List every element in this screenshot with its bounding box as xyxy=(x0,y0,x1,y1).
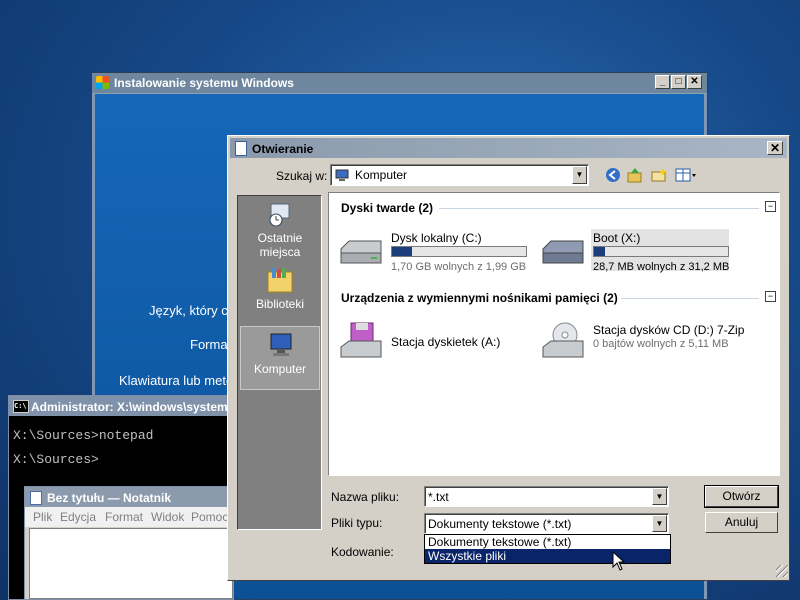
filename-combobox[interactable]: *.txt ▼ xyxy=(424,486,669,507)
drive-free-space: 28,7 MB wolnych z 31,2 MB xyxy=(593,261,730,273)
cancel-button[interactable]: Anuluj xyxy=(705,512,778,533)
drive-usage-bar xyxy=(593,246,729,257)
dialog-titlebar[interactable]: Otwieranie ✕ xyxy=(230,138,787,158)
installer-titlebar: Instalowanie systemu Windows _ □ ✕ xyxy=(92,73,707,94)
collapse-group-icon[interactable]: − xyxy=(765,291,776,302)
recent-places-icon xyxy=(269,203,290,227)
new-folder-icon[interactable] xyxy=(650,166,668,184)
drive-free-space: 0 bajtów wolnych z 5,11 MB xyxy=(593,338,729,350)
keyboard-label: Klawiatura lub meto xyxy=(119,373,234,388)
cmd-title: Administrator: X:\windows\system xyxy=(31,400,228,414)
dialog-close-button[interactable]: ✕ xyxy=(767,141,783,155)
close-button[interactable]: ✕ xyxy=(687,75,702,89)
notepad-titlebar[interactable]: Bez tytułu — Notatnik xyxy=(25,487,233,507)
filetype-value: Dokumenty tekstowe (*.txt) xyxy=(428,517,572,531)
notepad-menubar: Plik Edycja Format Widok Pomoc xyxy=(25,507,233,527)
place-computer[interactable]: Komputer xyxy=(240,326,320,390)
filetype-label: Pliki typu: xyxy=(331,516,383,530)
notepad-text-area[interactable] xyxy=(29,528,233,599)
menu-widok[interactable]: Widok xyxy=(151,510,184,524)
filetype-option[interactable]: Dokumenty tekstowe (*.txt) xyxy=(425,535,670,549)
filetype-option-selected[interactable]: Wszystkie pliki xyxy=(425,549,670,563)
hard-drive-icon xyxy=(542,240,584,264)
drive-free-space: 1,70 GB wolnych z 1,99 GB xyxy=(391,261,527,273)
drive-item-a[interactable]: Stacja dyskietek (A:) xyxy=(337,321,537,365)
dialog-title: Otwieranie xyxy=(252,142,314,156)
filename-value: *.txt xyxy=(428,490,449,504)
look-in-value: Komputer xyxy=(355,168,408,182)
mouse-cursor-icon xyxy=(612,551,626,571)
chevron-down-icon[interactable]: ▼ xyxy=(652,515,667,532)
drive-usage-fill xyxy=(594,247,605,256)
notepad-window[interactable]: Bez tytułu — Notatnik Plik Edycja Format… xyxy=(24,486,234,600)
maximize-button[interactable]: □ xyxy=(671,75,686,89)
dialog-icon xyxy=(235,141,247,156)
cmd-titlebar[interactable]: C:\ Administrator: X:\windows\system xyxy=(9,396,232,416)
back-icon[interactable] xyxy=(604,166,622,184)
place-libraries[interactable]: Biblioteki xyxy=(240,266,320,318)
language-label: Język, który ch xyxy=(149,303,235,318)
notepad-icon xyxy=(30,491,42,505)
view-menu-icon[interactable] xyxy=(674,166,698,184)
drive-item-d[interactable]: Stacja dysków CD (D:) 7-Zip 0 bajtów wol… xyxy=(539,321,759,365)
places-bar: Ostatnie miejsca Biblioteki Komputer xyxy=(237,195,322,530)
up-folder-icon[interactable] xyxy=(626,166,644,184)
menu-plik[interactable]: Plik xyxy=(33,510,52,524)
cmd-icon: C:\ xyxy=(13,400,29,413)
menu-format[interactable]: Format xyxy=(105,510,143,524)
drive-usage-fill xyxy=(392,247,413,256)
look-in-label: Szukaj w: xyxy=(276,169,328,183)
collapse-group-icon[interactable]: − xyxy=(765,201,776,212)
drive-name: Boot (X:) xyxy=(593,231,641,245)
installer-title: Instalowanie systemu Windows xyxy=(114,76,294,90)
group-header-hard-disks[interactable]: Dyski twarde (2) xyxy=(341,201,433,215)
notepad-title: Bez tytułu — Notatnik xyxy=(47,491,172,505)
group-divider xyxy=(621,298,759,299)
chevron-down-icon[interactable]: ▼ xyxy=(652,488,667,505)
drive-usage-bar xyxy=(391,246,527,257)
hard-drive-icon xyxy=(340,240,382,264)
menu-edycja[interactable]: Edycja xyxy=(60,510,96,524)
filetype-combobox[interactable]: Dokumenty tekstowe (*.txt) ▼ xyxy=(424,513,669,534)
drive-item-x[interactable]: Boot (X:) 28,7 MB wolnych z 31,2 MB xyxy=(539,229,731,273)
place-label: Ostatnie miejsca xyxy=(257,231,303,259)
encoding-label: Kodowanie: xyxy=(331,545,394,559)
place-label: Biblioteki xyxy=(255,297,305,311)
floppy-drive-icon xyxy=(340,322,382,358)
drive-name: Stacja dysków CD (D:) 7-Zip xyxy=(593,323,745,337)
filetype-dropdown-list[interactable]: Dokumenty tekstowe (*.txt) Wszystkie pli… xyxy=(424,534,671,564)
computer-icon xyxy=(270,333,292,356)
open-button[interactable]: Otwórz xyxy=(704,485,779,508)
libraries-icon xyxy=(267,268,293,293)
minimize-button[interactable]: _ xyxy=(655,75,670,89)
drive-name: Stacja dyskietek (A:) xyxy=(391,335,501,349)
computer-icon xyxy=(335,169,349,181)
file-list[interactable]: Dyski twarde (2) − Dysk lokalny (C:) 1,7… xyxy=(328,192,780,476)
cd-drive-icon xyxy=(542,322,584,358)
chevron-down-icon[interactable]: ▼ xyxy=(572,166,587,184)
resize-grip[interactable] xyxy=(776,565,788,577)
format-label: Format xyxy=(190,337,232,352)
group-header-removable[interactable]: Urządzenia z wymiennymi nośnikami pamięc… xyxy=(341,291,618,305)
group-divider xyxy=(439,208,759,209)
place-label: Komputer xyxy=(253,362,307,376)
windows-logo-icon xyxy=(96,76,109,89)
look-in-combobox[interactable]: Komputer ▼ xyxy=(330,164,589,186)
place-recent[interactable]: Ostatnie miejsca xyxy=(240,200,320,262)
drive-item-c[interactable]: Dysk lokalny (C:) 1,70 GB wolnych z 1,99… xyxy=(337,231,537,275)
menu-pomoc[interactable]: Pomoc xyxy=(191,510,228,524)
drive-name: Dysk lokalny (C:) xyxy=(391,231,482,245)
cmd-line: X:\Sources>notepad xyxy=(13,428,154,443)
cmd-line: X:\Sources> xyxy=(13,452,99,467)
filename-label: Nazwa pliku: xyxy=(331,490,400,504)
